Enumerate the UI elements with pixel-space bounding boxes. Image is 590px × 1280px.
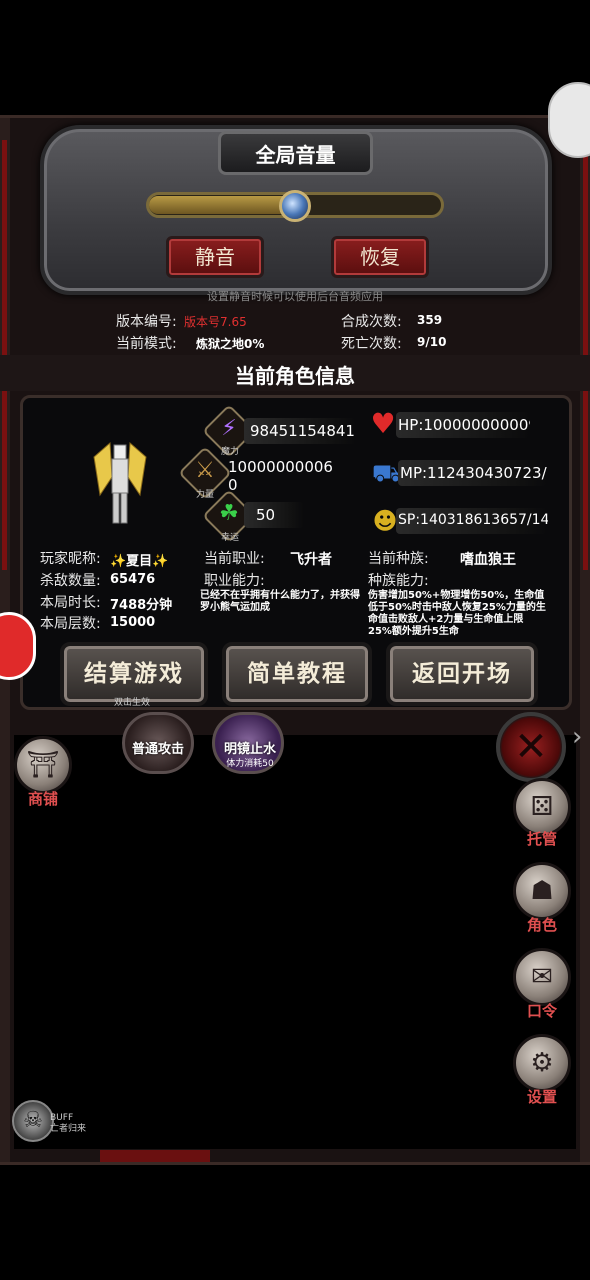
- gear-icon[interactable]: ⚙: [513, 1034, 571, 1092]
- death-label: 死亡次数:: [341, 336, 402, 352]
- role-label[interactable]: 角色: [513, 914, 571, 935]
- version-value: 版本号7.65: [184, 315, 247, 329]
- auto-label[interactable]: 托管: [513, 828, 571, 849]
- mode-label: 当前模式:: [116, 336, 177, 352]
- tutorial-button[interactable]: 简单教程: [222, 642, 372, 706]
- nickname-label: 玩家昵称:: [40, 551, 101, 567]
- luck-value: 50: [256, 506, 276, 524]
- luck-caption: 幸运: [220, 533, 239, 543]
- job-label: 当前职业:: [204, 551, 265, 567]
- game-field: [14, 735, 576, 1149]
- close-icon[interactable]: ✕: [496, 712, 566, 782]
- job-ability-label: 职业能力:: [204, 573, 265, 589]
- version-label: 版本编号:: [116, 314, 177, 330]
- race-value: 嗜血狼王: [460, 552, 516, 568]
- settings-label[interactable]: 设置: [513, 1086, 571, 1107]
- job-ability-desc: 已经不在乎拥有什么能力了，并获得罗小熊气运加成: [200, 590, 360, 613]
- synth-value: 359: [417, 313, 443, 327]
- synth-label: 合成次数:: [341, 314, 402, 330]
- race-label: 当前种族:: [368, 551, 429, 567]
- mp-value: MP:112430430723/1: [400, 464, 548, 482]
- volume-hint: 设置静音时候可以使用后台音频应用: [207, 290, 383, 303]
- magic-value: 98451154841: [250, 422, 355, 440]
- sword-icon: ⚔: [195, 458, 215, 483]
- kills-label: 杀敌数量:: [40, 573, 101, 589]
- penguin-icon[interactable]: [548, 82, 590, 158]
- race-ability-desc: 伤害增加50%+物理增伤50%，生命值低于50%时击中敌人恢复25%力量的生命值…: [368, 590, 546, 637]
- back-to-start-button[interactable]: 返回开场: [386, 642, 538, 706]
- shop-icon[interactable]: ⛩: [14, 736, 72, 794]
- mute-button[interactable]: 静音: [166, 236, 264, 278]
- death-value: 9/10: [417, 335, 447, 349]
- restore-button[interactable]: 恢复: [331, 236, 429, 278]
- attack-skill-label: 普通攻击: [131, 742, 184, 757]
- nickname-value: ✨夏目✨: [110, 554, 169, 569]
- clover-icon: ☘: [219, 501, 239, 526]
- chevron-right-icon[interactable]: ›: [572, 722, 582, 752]
- code-label[interactable]: 口令: [513, 1000, 571, 1021]
- time-value: 7488分钟: [110, 598, 173, 613]
- mode-value: 炼狱之地0%: [196, 337, 265, 351]
- floors-value: 15000: [110, 615, 156, 630]
- character-section-title: 当前角色信息: [235, 364, 355, 388]
- character-sprite: [93, 441, 147, 524]
- power-value: 10000000006: [228, 458, 333, 476]
- mirror-skill-label: 明镜止水: [223, 742, 276, 757]
- bottom-accent-strip: [100, 1150, 210, 1162]
- volume-slider-fill: [149, 196, 295, 214]
- volume-title: 全局音量: [255, 143, 336, 167]
- skull-icon[interactable]: ☠: [12, 1100, 54, 1142]
- race-ability-label: 种族能力:: [368, 573, 429, 589]
- settle-sub-caption: 双击生效: [114, 698, 151, 708]
- hp-value: HP:100000000009: [398, 416, 530, 434]
- lightning-icon: ⚡: [221, 416, 237, 441]
- floors-label: 本局层数:: [40, 616, 101, 632]
- kills-value: 65476: [110, 572, 156, 587]
- shop-label[interactable]: 商铺: [14, 788, 72, 809]
- hooded-figure-icon[interactable]: ☗: [513, 862, 571, 920]
- buff-title: BUFF: [50, 1113, 74, 1123]
- buff-label: BUFF 亡者归来: [50, 1113, 86, 1135]
- volume-slider-knob[interactable]: [279, 190, 311, 222]
- buff-desc: 亡者归来: [50, 1124, 87, 1134]
- job-value: 飞升者: [290, 552, 332, 568]
- top-black-bar: [0, 0, 590, 115]
- sp-value: SP:140318613657/14: [398, 512, 548, 528]
- scroll-icon[interactable]: ✉: [513, 948, 571, 1006]
- time-label: 本局时长:: [40, 595, 101, 611]
- mirror-skill-cost: 体力消耗50: [226, 759, 274, 769]
